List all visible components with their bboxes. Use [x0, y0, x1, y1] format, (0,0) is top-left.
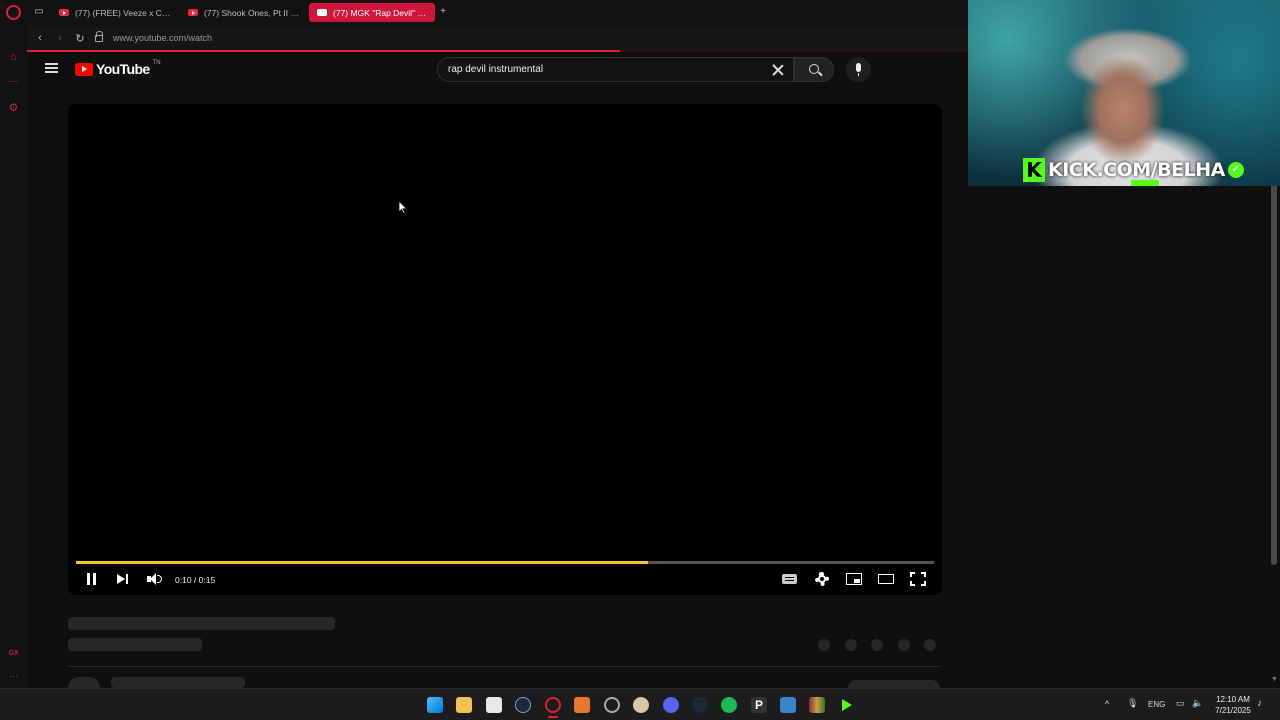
gx-corner-icon[interactable]: GX: [7, 648, 20, 660]
network-icon[interactable]: ▭: [1176, 698, 1185, 709]
clock-time: 12:10 AM: [1216, 695, 1250, 704]
tray-expand-icon[interactable]: ^: [1105, 699, 1109, 709]
action-placeholder: [845, 639, 857, 651]
voice-search-button[interactable]: [846, 57, 871, 82]
youtube-favicon-icon: [188, 9, 198, 16]
gx-control-icon[interactable]: ⚙: [7, 102, 20, 114]
browser-sidebar: ⌂ ⚙ GX ···: [0, 0, 27, 688]
kick-logo-icon: K: [1023, 158, 1045, 182]
obs-icon[interactable]: [604, 697, 620, 713]
theater-mode-button[interactable]: [877, 570, 895, 588]
scroll-down-icon[interactable]: ▼: [1271, 676, 1278, 683]
subscribe-placeholder: [848, 680, 940, 688]
sidebar-more-icon[interactable]: ···: [7, 670, 20, 682]
windows-start-icon[interactable]: [427, 697, 443, 713]
settings-gear-button[interactable]: [813, 570, 831, 588]
youtube-logo[interactable]: YouTube TN: [75, 60, 161, 77]
verified-badge-icon: ✓: [1227, 162, 1244, 178]
discord-icon[interactable]: [663, 697, 679, 713]
back-arrow-icon[interactable]: ‹: [33, 32, 47, 44]
steam-taskbar-icon[interactable]: [692, 697, 708, 713]
hamburger-menu-icon[interactable]: [45, 63, 58, 73]
volume-button[interactable]: [145, 570, 163, 588]
media-player-icon[interactable]: [839, 697, 855, 713]
youtube-logo-country: TN: [152, 60, 161, 66]
youtube-favicon-icon: [59, 9, 69, 16]
language-indicator[interactable]: ENG: [1148, 700, 1165, 709]
reload-icon[interactable]: ↻: [73, 32, 87, 45]
action-placeholder: [898, 639, 910, 651]
search-icon: [809, 64, 819, 74]
notepad-icon[interactable]: [780, 697, 796, 713]
next-video-button[interactable]: [114, 570, 132, 588]
steam-icon[interactable]: [515, 697, 531, 713]
tab-menu-icon[interactable]: ▭: [33, 6, 45, 18]
winrar-icon[interactable]: [809, 697, 825, 713]
microphone-icon: [856, 63, 861, 76]
action-placeholder: [871, 639, 883, 651]
tab-title: (77) MGK "Rap Devil" Inst: [333, 7, 427, 18]
subtitles-button[interactable]: [781, 570, 799, 588]
youtube-header: YouTube TN rap devil instrumental: [27, 52, 968, 88]
tab-title: (77) Shook Ones, Pt II (In: [204, 7, 300, 18]
tab-bar: ▭ (77) (FREE) Veeze x Chief (77) Shook O…: [27, 0, 968, 26]
volume-tray-icon[interactable]: 🔈: [1192, 698, 1203, 709]
action-placeholder: [818, 639, 830, 651]
avatar-placeholder: [68, 677, 100, 688]
microsoft-store-icon[interactable]: [486, 697, 502, 713]
search-query-text[interactable]: rap devil instrumental: [448, 64, 771, 75]
forward-arrow-icon[interactable]: ›: [53, 32, 67, 44]
tool-app-icon[interactable]: [574, 697, 590, 713]
clock-date: 7/21/2025: [1215, 706, 1251, 715]
shopping-bag-icon[interactable]: ⌂: [7, 51, 20, 63]
pet-app-icon[interactable]: [633, 697, 649, 713]
browser-tab[interactable]: (77) Shook Ones, Pt II (In: [180, 3, 308, 22]
url-field[interactable]: www.youtube.com/watch: [113, 33, 212, 43]
clear-search-icon[interactable]: [771, 63, 785, 77]
lock-icon[interactable]: [95, 30, 103, 42]
screen: ⌂ ⚙ GX ··· ▭ (77) (FREE) Veeze x Chief (…: [0, 0, 1280, 720]
search-input[interactable]: rap devil instrumental: [437, 57, 794, 82]
title-placeholder: [68, 617, 335, 630]
tab-title: (77) (FREE) Veeze x Chief: [75, 7, 171, 18]
browser-tab[interactable]: (77) (FREE) Veeze x Chief: [51, 3, 179, 22]
video-progress-played: [76, 561, 648, 564]
kick-channel-text: KICK.COM/BELHA: [1048, 159, 1225, 181]
player-controls: 0:10 / 0:15: [68, 567, 942, 593]
kick-watermark: K KICK.COM/BELHA ✓: [1023, 158, 1244, 182]
taskbar-clock[interactable]: 12:10 AM 7/21/2025: [1208, 694, 1258, 716]
search-button[interactable]: [794, 57, 834, 82]
microphone-tray-icon[interactable]: 🎙: [1127, 698, 1138, 709]
opera-gx-taskbar-icon[interactable]: [545, 697, 561, 713]
channel-placeholder: [111, 677, 245, 688]
app-icon[interactable]: P: [751, 697, 767, 713]
live-indicator: [1131, 180, 1159, 186]
spotify-icon[interactable]: [721, 697, 737, 713]
miniplayer-button[interactable]: [845, 570, 863, 588]
browser-tab-active[interactable]: (77) MGK "Rap Devil" Inst: [309, 3, 435, 22]
fullscreen-button[interactable]: [909, 570, 927, 588]
file-explorer-icon[interactable]: [456, 697, 472, 713]
webcam-overlay: K KICK.COM/BELHA ✓: [968, 0, 1280, 186]
action-placeholder: [924, 639, 936, 651]
video-player[interactable]: 0:10 / 0:15: [68, 104, 942, 595]
youtube-play-logo-icon: [75, 62, 93, 76]
address-bar: ‹ › ↻ www.youtube.com/watch: [27, 26, 968, 50]
new-tab-button[interactable]: +: [437, 6, 449, 18]
sidebar-divider: [9, 81, 18, 82]
opera-logo-icon[interactable]: [6, 5, 21, 20]
active-app-indicator: [548, 716, 558, 718]
divider: [68, 666, 942, 667]
video-time-display: 0:10 / 0:15: [175, 575, 216, 585]
subtitle-placeholder: [68, 638, 202, 651]
windows-taskbar: P ^ 🎙 ENG ▭ 🔈 12:10 AM 7/21/2025 ♪: [0, 688, 1280, 720]
video-progress-bar[interactable]: [76, 561, 934, 564]
youtube-favicon-icon: [317, 9, 327, 16]
scrollbar-thumb[interactable]: [1271, 175, 1277, 565]
pause-button[interactable]: [83, 570, 101, 588]
notification-bell-icon[interactable]: ♪: [1257, 698, 1262, 709]
youtube-logo-text: YouTube: [96, 61, 150, 77]
